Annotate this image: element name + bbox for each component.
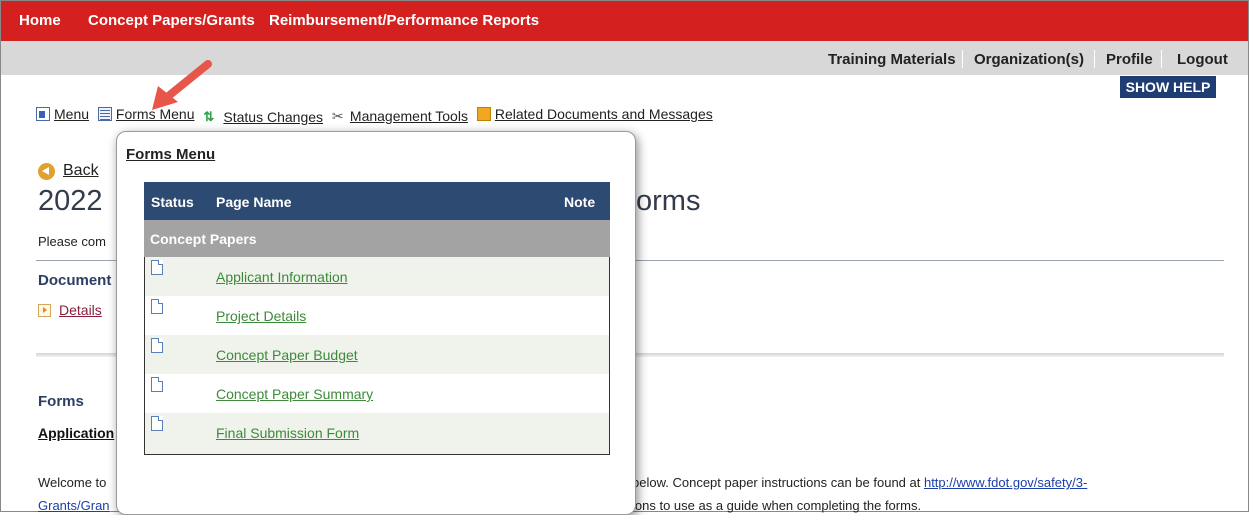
list-icon [97,107,112,121]
expand-icon [38,303,51,317]
toolbar-management-tools[interactable]: ✂ Management Tools [332,108,468,124]
form-link[interactable]: Applicant Information [216,269,348,285]
back-link[interactable]: Back [38,162,99,180]
details-link[interactable]: Details [59,302,102,318]
toolbar-related-docs[interactable]: Related Documents and Messages [476,106,713,122]
welcome-text-continued: below. Concept paper instructions can be… [632,475,1087,490]
header-note: Note [564,194,596,210]
nav-concept-papers-grants[interactable]: Concept Papers/Grants [88,12,255,29]
details-item[interactable]: Details [38,302,102,318]
menu-icon [36,107,50,121]
document-icon [151,299,163,314]
page-title: 2022 [38,185,103,217]
logout-link[interactable]: Logout [1177,51,1228,68]
welcome-text-body: below. Concept paper instructions can be… [632,475,924,490]
nav-reimbursement-reports[interactable]: Reimbursement/Performance Reports [269,12,539,29]
form-link[interactable]: Concept Paper Summary [216,386,373,402]
section-label: Concept Papers [150,231,257,247]
forms-menu-title: Forms Menu [126,146,216,163]
table-header: Status Page Name Note [144,182,610,220]
forms-menu-popup: Forms Menu Status Page Name Note Concept… [116,131,636,515]
table-row: Final Submission Form [145,413,609,454]
document-icon [151,260,163,275]
profile-link[interactable]: Profile [1106,51,1153,68]
documents-heading: Document [38,272,112,289]
forms-heading: Forms [38,393,84,410]
show-help-button[interactable]: SHOW HELP [1120,76,1216,98]
management-tools-link[interactable]: Management Tools [350,108,468,124]
header-status: Status [151,194,194,210]
form-link[interactable]: Concept Paper Budget [216,347,358,363]
callout-arrow-icon [152,60,212,110]
folder-icon [476,107,491,121]
divider [962,50,963,68]
form-link[interactable]: Project Details [216,308,306,324]
back-label[interactable]: Back [63,162,99,180]
table-row: Concept Paper Summary [145,374,609,413]
back-arrow-icon [38,162,55,180]
menu-link[interactable]: Menu [54,106,89,122]
toolbar-menu[interactable]: Menu [36,106,89,122]
document-icon [151,416,163,431]
header-page-name: Page Name [216,194,292,210]
top-navigation: Home Concept Papers/Grants Reimbursement… [1,1,1248,41]
nav-home[interactable]: Home [19,12,61,29]
table-row: Project Details [145,296,609,335]
forms-table: Status Page Name Note Concept Papers App… [144,182,610,455]
toolbar-status-changes[interactable]: ⇅ Status Changes [203,109,323,125]
section-header: Concept Papers [144,220,610,257]
welcome-text: Welcome to [38,475,107,490]
form-link[interactable]: Final Submission Form [216,425,359,441]
document-icon [151,377,163,392]
grants-link[interactable]: Grants/Gran [38,498,110,513]
status-changes-icon: ⇅ [203,109,215,124]
page-title-suffix: orms [636,185,701,217]
instructions-url-link[interactable]: http://www.fdot.gov/safety/3- [924,475,1087,490]
tools-icon: ✂ [331,108,344,124]
divider [1094,50,1095,68]
table-row: Applicant Information [145,257,609,296]
page-toolbar: Menu Forms Menu ⇅ Status Changes ✂ Manag… [36,106,718,128]
divider [1161,50,1162,68]
organizations-link[interactable]: Organization(s) [974,51,1084,68]
table-row: Concept Paper Budget [145,335,609,374]
training-materials-link[interactable]: Training Materials [828,51,956,68]
status-changes-link[interactable]: Status Changes [223,109,323,125]
application-heading: Application [38,425,115,441]
guide-text: ions to use as a guide when completing t… [632,498,922,513]
document-icon [151,338,163,353]
related-documents-link[interactable]: Related Documents and Messages [495,106,713,122]
instructions-text: Please com [38,234,106,249]
